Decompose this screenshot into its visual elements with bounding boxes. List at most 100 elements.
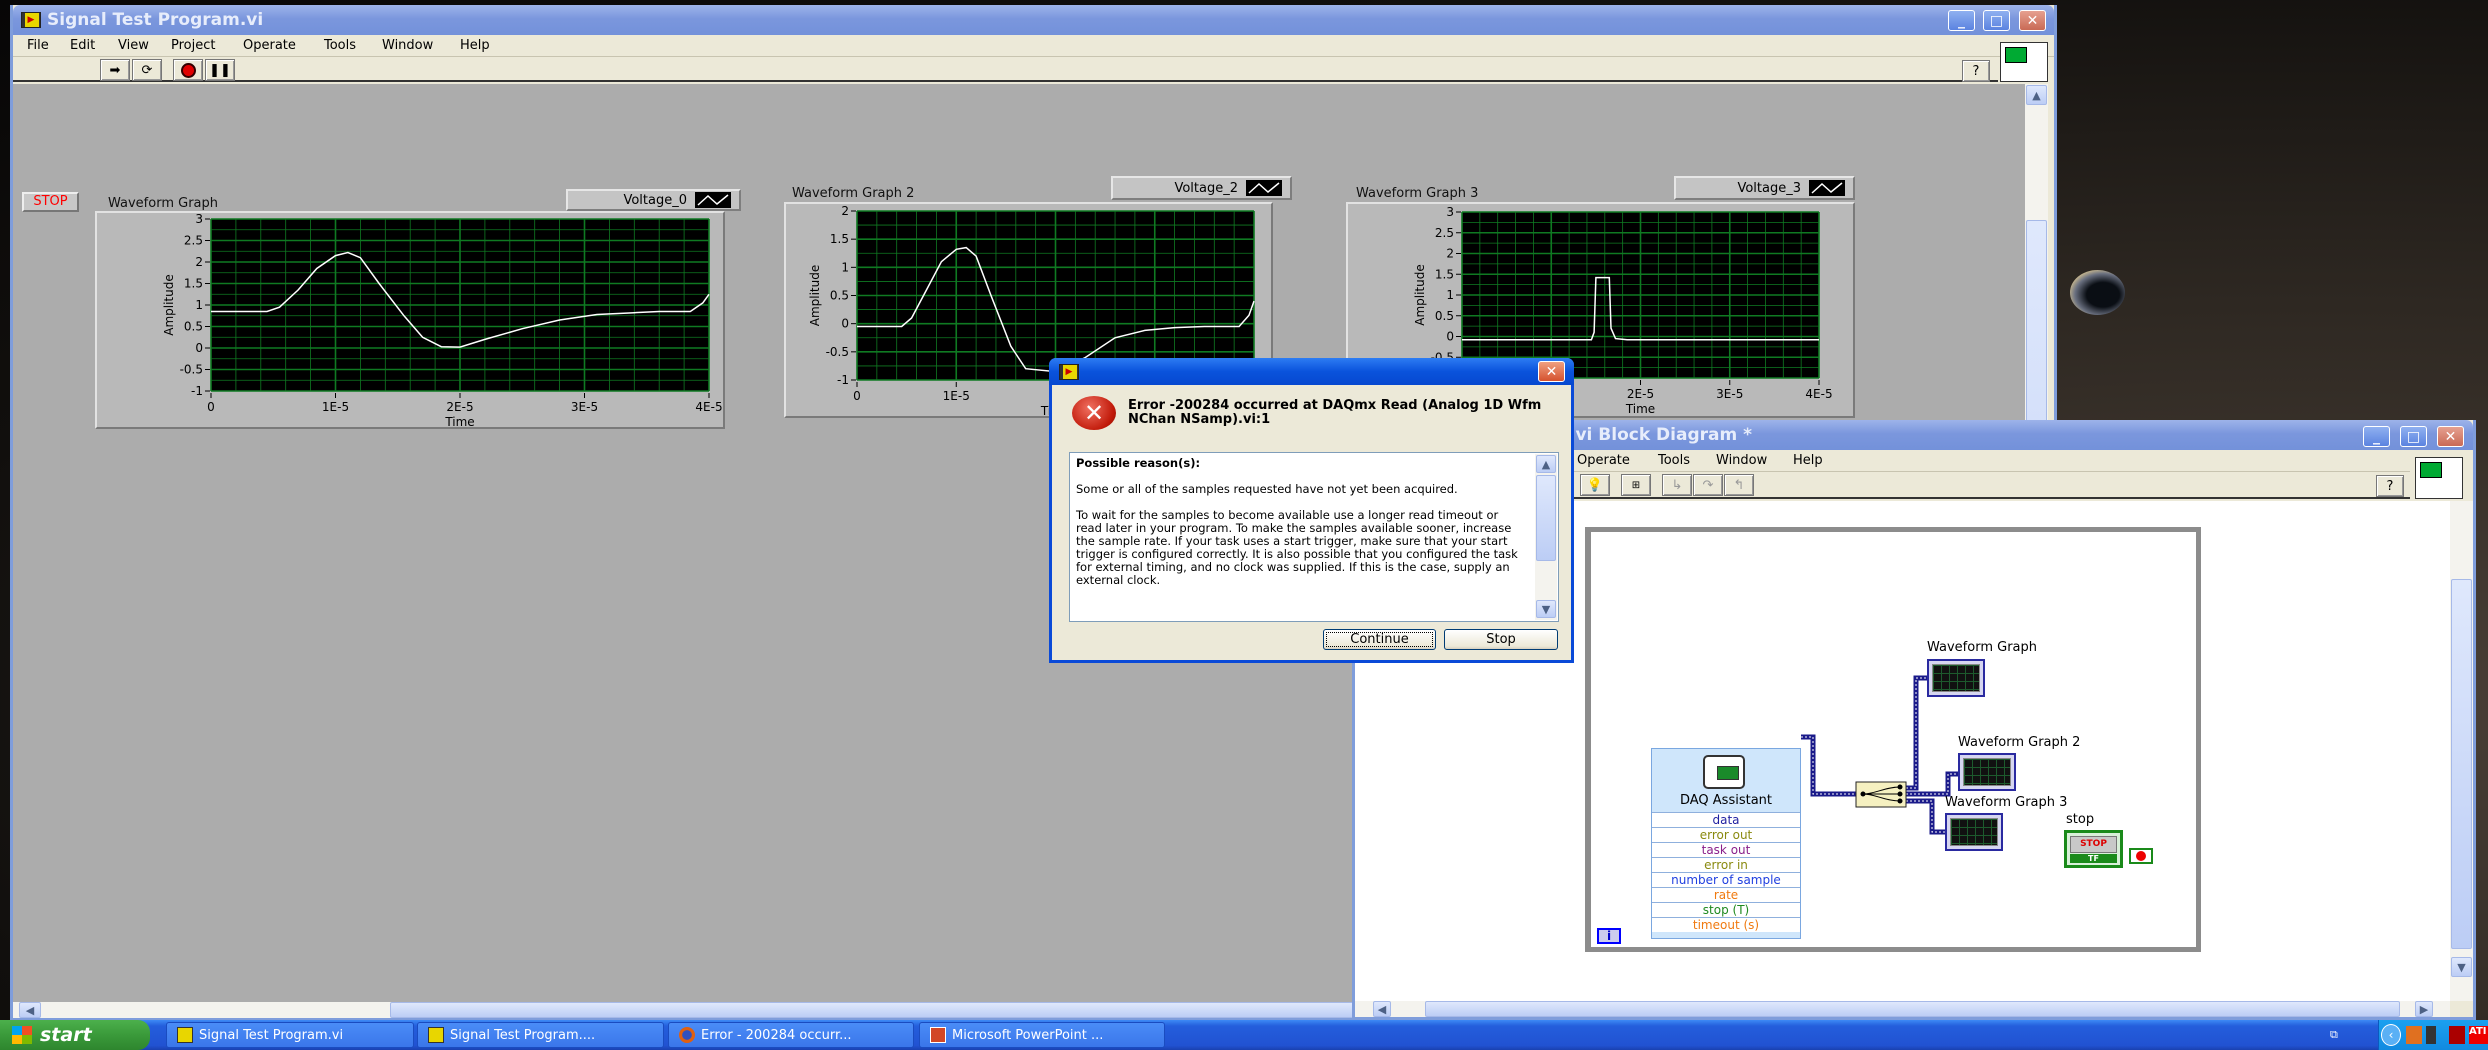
taskbar-item[interactable]: Error - 200284 occurr... (668, 1022, 914, 1048)
start-label: start (40, 1024, 92, 1046)
maximize-button[interactable]: □ (1983, 10, 2010, 31)
run-button[interactable]: ➡ (100, 59, 130, 81)
scroll-left-button[interactable]: ◀ (1373, 1001, 1391, 1017)
ati-tray-icon[interactable]: ATI (2469, 1026, 2488, 1044)
menu-file[interactable]: File (27, 38, 49, 53)
x-axis-label: Time (444, 415, 474, 427)
data-wire[interactable] (1801, 734, 1856, 797)
y-tick-label: 2.5 (184, 234, 203, 248)
x-tick-label: 3E-5 (1716, 387, 1743, 401)
vi-connector-icon[interactable] (2000, 42, 2048, 82)
close-button[interactable]: ✕ (2437, 426, 2464, 447)
minimize-button[interactable]: _ (2363, 426, 2390, 447)
graph-terminal-icon (1963, 758, 2011, 786)
split-signals-node[interactable] (1855, 781, 1907, 808)
maximize-button[interactable]: □ (2400, 426, 2427, 447)
toolbar-restore-icon[interactable]: ⧉ (2330, 1028, 2338, 1042)
error-details-textbox[interactable]: Possible reason(s): Some or all of the s… (1069, 452, 1559, 622)
graph-3-terminal-label: Waveform Graph 3 (1945, 795, 2068, 810)
graph-1-terminal-label: Waveform Graph (1927, 640, 2037, 655)
scroll-up-button[interactable]: ▲ (1536, 455, 1556, 473)
wire-to-graph-3[interactable] (1906, 798, 1945, 835)
menu-window[interactable]: Window (382, 38, 433, 53)
x-tick-label: 0 (207, 400, 215, 414)
y-axis-label: Amplitude (1413, 264, 1427, 326)
graph-2-legend[interactable]: Voltage_2 (1111, 176, 1292, 200)
error-icon: ✕ (1072, 396, 1116, 430)
java-tray-icon[interactable] (2406, 1026, 2422, 1044)
dialog-titlebar[interactable]: ▶ (1049, 358, 1574, 385)
y-tick-label: 1.5 (1435, 267, 1454, 281)
pause-button[interactable]: ❚❚ (205, 59, 235, 81)
y-tick-label: 3 (195, 213, 203, 226)
h-scroll-thumb[interactable] (1425, 1001, 2400, 1017)
continue-button[interactable]: Continue (1323, 629, 1436, 650)
pause-icon: ❚❚ (209, 62, 231, 78)
scroll-thumb[interactable] (1536, 475, 1556, 561)
menu-edit[interactable]: Edit (70, 38, 95, 53)
acrobat-tray-icon[interactable] (2449, 1026, 2465, 1044)
graph-3-terminal[interactable] (1945, 813, 2003, 851)
y-tick-label: 1 (195, 298, 203, 312)
run-continuously-button[interactable]: ⟳ (132, 59, 162, 81)
front-panel-titlebar[interactable]: ▶ Signal Test Program.vi (13, 5, 2054, 35)
close-button[interactable]: ✕ (2019, 10, 2046, 31)
loop-condition-terminal[interactable] (2129, 848, 2153, 864)
windows-logo-icon (12, 1026, 32, 1044)
details-scrollbar[interactable]: ▲ ▼ (1535, 454, 1557, 620)
show-hidden-icons-button[interactable]: ‹ (2381, 1024, 2401, 1046)
retain-wire-values-button[interactable]: ⊞ (1621, 474, 1651, 496)
start-button[interactable]: start (0, 1020, 150, 1050)
toolbar: ➡ ⟳ ❚❚ ? (13, 57, 1998, 82)
stop-dialog-button[interactable]: Stop (1444, 629, 1558, 650)
step-over-icon: ↷ (1702, 477, 1714, 493)
stop-terminal[interactable]: STOP TF (2064, 830, 2123, 868)
scroll-left-button[interactable]: ◀ (19, 1002, 41, 1018)
taskbar-item[interactable]: Signal Test Program.... (417, 1022, 664, 1048)
context-help-button[interactable]: ? (2376, 475, 2404, 497)
menu-project[interactable]: Project (171, 38, 215, 53)
graph-2-terminal-label: Waveform Graph 2 (1958, 735, 2081, 750)
graph-2-label: Waveform Graph 2 (792, 186, 915, 201)
menu-view[interactable]: View (118, 38, 149, 53)
scroll-right-button[interactable]: ▶ (2415, 1001, 2433, 1017)
context-help-button[interactable]: ? (1962, 60, 1990, 82)
y-tick-label: 0 (195, 341, 203, 355)
highlight-execution-button[interactable]: 💡 (1580, 474, 1610, 496)
x-tick-label: 1E-5 (943, 389, 970, 403)
menu-tools[interactable]: Tools (1658, 453, 1690, 468)
graph-1-terminal[interactable] (1927, 659, 1985, 697)
scroll-down-button[interactable]: ▼ (2451, 957, 2472, 977)
taskbar-item[interactable]: Signal Test Program.vi (166, 1022, 414, 1048)
step-over-button[interactable]: ↷ (1693, 474, 1723, 496)
abort-button[interactable] (173, 59, 203, 81)
stop-button[interactable]: STOP (22, 192, 79, 212)
dialog-close-button[interactable]: ✕ (1538, 361, 1565, 382)
waveform-graph-1[interactable]: 3 2.5 2 1.5 1 0.5 0 -0.5 -1 0 1E-5 2E-5 3E-5 4E-5 Time… (95, 211, 725, 429)
menu-window[interactable]: Window (1716, 453, 1767, 468)
menu-operate[interactable]: Operate (1577, 453, 1630, 468)
tray-app-icon[interactable] (2426, 1026, 2436, 1044)
scroll-thumb[interactable] (2451, 579, 2472, 949)
vi-connector-icon[interactable] (2415, 457, 2463, 499)
graph-3-label: Waveform Graph 3 (1356, 186, 1479, 201)
graph-3-legend[interactable]: Voltage_3 (1674, 176, 1855, 200)
labview-icon (428, 1027, 444, 1043)
graph-2-terminal[interactable] (1958, 753, 2016, 791)
step-out-button[interactable]: ↰ (1724, 474, 1754, 496)
menu-help[interactable]: Help (1793, 453, 1823, 468)
x-tick-label: 4E-5 (1805, 387, 1832, 401)
y-tick-label: 1.5 (830, 232, 849, 246)
menu-tools[interactable]: Tools (324, 38, 356, 53)
scroll-down-button[interactable]: ▼ (1536, 600, 1556, 618)
taskbar-item[interactable]: Microsoft PowerPoint ... (919, 1022, 1165, 1048)
step-into-button[interactable]: ↳ (1662, 474, 1692, 496)
scroll-up-button[interactable]: ▲ (2026, 85, 2047, 105)
graph-terminal-icon (1950, 818, 1998, 846)
menu-help[interactable]: Help (460, 38, 490, 53)
graph-1-legend[interactable]: Voltage_0 (566, 189, 741, 211)
menu-operate[interactable]: Operate (243, 38, 296, 53)
horizontal-scrollbar[interactable]: ◀ ▶ (1355, 1001, 2450, 1017)
vertical-scrollbar[interactable]: ▼ (2450, 501, 2473, 1001)
minimize-button[interactable]: _ (1948, 10, 1975, 31)
